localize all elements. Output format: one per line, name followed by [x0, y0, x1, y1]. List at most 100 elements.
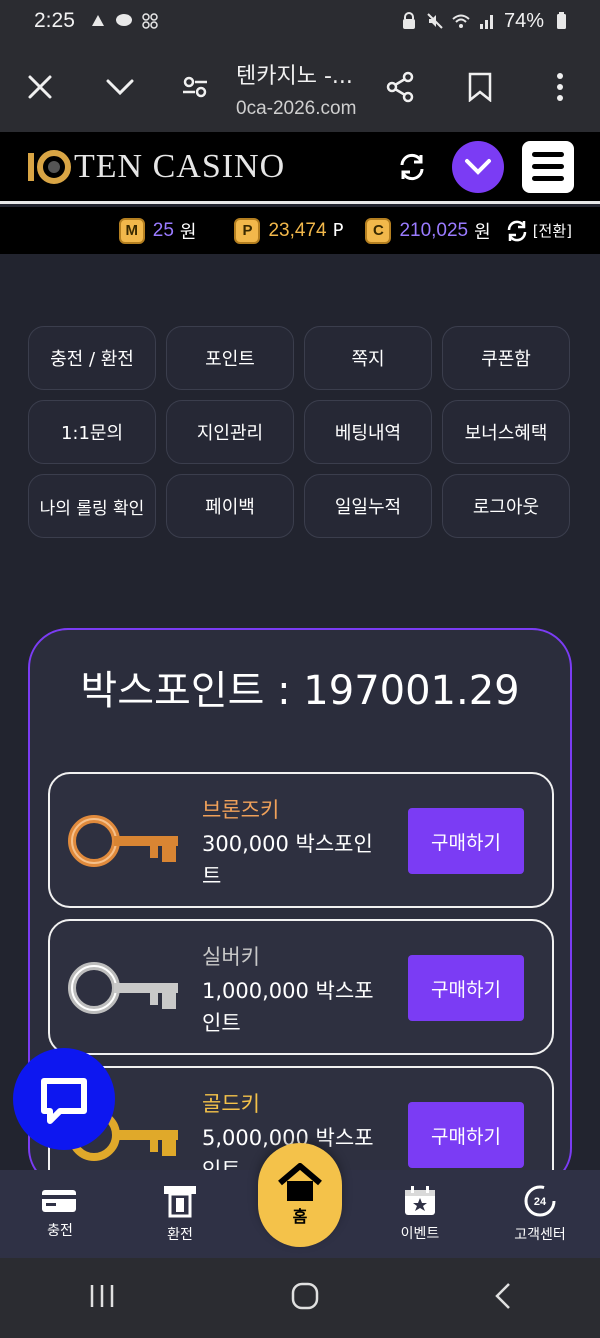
dropdown-button[interactable] [452, 140, 504, 193]
buy-silver-key-button[interactable]: 구매하기 [408, 955, 524, 1021]
browser-toolbar: 텐카지노 -... 0ca-2026.com [0, 42, 600, 132]
nav-support-label: 고객센터 [514, 1227, 566, 1243]
notification-icon [91, 15, 104, 26]
menu-payback[interactable]: 페이백 [166, 474, 294, 538]
silver-key-icon [68, 962, 178, 1014]
share-icon [386, 71, 414, 103]
key-item-silver: 실버키 1,000,000 박스포인트 구매하기 [48, 919, 554, 1055]
nav-withdraw-label: 환전 [167, 1227, 193, 1243]
money-unit: 원 [179, 221, 197, 243]
battery-percent: 74% [503, 9, 544, 32]
menu-bonus[interactable]: 보너스혜택 [442, 400, 570, 464]
support-24-icon: 24 [524, 1185, 556, 1217]
battery-icon [557, 12, 566, 29]
menu-daily-accum[interactable]: 일일누적 [304, 474, 432, 538]
exchange-icon [507, 220, 526, 241]
bronze-key-icon [68, 815, 178, 867]
share-button[interactable] [360, 42, 440, 132]
menu-bet-history[interactable]: 베팅내역 [304, 400, 432, 464]
site-header: TEN CASINO [0, 132, 600, 204]
back-button[interactable] [493, 1281, 513, 1315]
money-balance: M 25 원 [118, 217, 197, 244]
status-bar: 2:25 74% [0, 0, 600, 42]
wifi-icon [452, 14, 470, 28]
money-value: 25 [152, 219, 174, 241]
collapse-button[interactable] [80, 42, 160, 132]
key-price: 1,000,000 박스포인트 [202, 979, 374, 1035]
mypage-menu-grid: 충전 / 환전 포인트 쪽지 쿠폰함 1:1문의 지인관리 베팅내역 보너스혜택… [28, 326, 570, 538]
more-vertical-icon [557, 73, 563, 101]
hamburger-menu-button[interactable] [522, 140, 574, 193]
main-content: 충전 / 환전 포인트 쪽지 쿠폰함 1:1문의 지인관리 베팅내역 보너스혜택… [0, 254, 600, 1202]
recent-apps-button[interactable] [87, 1283, 117, 1313]
more-options-button[interactable] [520, 42, 600, 132]
nav-charge-label: 충전 [47, 1223, 73, 1239]
nav-home-button[interactable]: 홈 [258, 1143, 342, 1247]
exchange-button[interactable]: [전환] [505, 219, 572, 243]
casino-unit: 원 [474, 221, 491, 243]
money-badge-icon: M [118, 217, 145, 244]
key-name: 브론즈키 [202, 798, 280, 822]
live-chat-button[interactable] [13, 1048, 115, 1150]
atm-icon [164, 1186, 196, 1218]
casino-badge-icon: C [365, 217, 392, 244]
card-icon [42, 1190, 76, 1212]
page-title: 텐카지노 -... [236, 64, 353, 89]
menu-point[interactable]: 포인트 [166, 326, 294, 390]
site-settings-button[interactable] [160, 42, 230, 132]
casino-value: 210,025 [399, 219, 469, 241]
bookmark-button[interactable] [440, 42, 520, 132]
point-badge-icon: P [234, 217, 261, 244]
recent-apps-icon [90, 1285, 113, 1307]
buy-gold-key-button[interactable]: 구매하기 [408, 1102, 524, 1168]
chat-notification-icon [115, 14, 132, 26]
casino-balance: C 210,025 원 [365, 217, 491, 244]
nav-home-label: 홈 [292, 1207, 308, 1226]
menu-line [532, 176, 564, 181]
nav-charge[interactable]: 충전 [10, 1188, 110, 1240]
nav-event[interactable]: 이벤트 [370, 1185, 470, 1243]
lock-icon [402, 12, 415, 29]
logo-emblem-icon [28, 149, 71, 184]
close-tab-button[interactable] [0, 42, 80, 132]
page-url: 0ca-2026.com [236, 98, 357, 119]
notification-icons [89, 12, 159, 30]
close-icon [28, 75, 52, 99]
grid-notification-icon [142, 13, 158, 29]
refresh-button[interactable] [390, 145, 434, 189]
menu-logout[interactable]: 로그아웃 [442, 474, 570, 538]
system-navigation-bar [0, 1258, 600, 1338]
menu-charge-exchange[interactable]: 충전 / 환전 [28, 326, 156, 390]
menu-line [532, 164, 564, 169]
menu-referral[interactable]: 지인관리 [166, 400, 294, 464]
chevron-down-icon [465, 158, 491, 175]
chevron-down-icon [106, 79, 134, 96]
key-name: 실버키 [202, 945, 260, 969]
back-chevron-icon [495, 1283, 511, 1309]
tune-icon [183, 76, 207, 98]
nav-withdraw[interactable]: 환전 [130, 1184, 230, 1244]
key-name: 골드키 [202, 1092, 260, 1116]
menu-coupon[interactable]: 쿠폰함 [442, 326, 570, 390]
box-point-title: 박스포인트 : 197001.29 [80, 668, 520, 714]
mute-icon [427, 13, 443, 29]
page-title-area[interactable]: 텐카지노 -... 0ca-2026.com [230, 54, 360, 120]
point-balance: P 23,474 P [234, 217, 344, 244]
menu-rolling[interactable]: 나의 롤링 확인 [28, 474, 156, 538]
chat-icon [41, 1078, 87, 1124]
nav-support[interactable]: 24 고객센터 [490, 1184, 590, 1244]
point-unit: P [332, 220, 344, 241]
point-value: 23,474 [268, 219, 327, 241]
home-system-button[interactable] [290, 1281, 320, 1315]
home-icon [278, 1163, 322, 1201]
refresh-icon [400, 153, 424, 180]
key-item-bronze: 브론즈키 300,000 박스포인트 구매하기 [48, 772, 554, 908]
balance-bar: M 25 원 P 23,474 P C 210,025 원 [전환] [0, 207, 600, 254]
site-logo[interactable]: TEN CASINO [26, 147, 285, 187]
exchange-label: [전환] [532, 222, 572, 240]
menu-inquiry[interactable]: 1:1문의 [28, 400, 156, 464]
bookmark-icon [468, 72, 492, 102]
buy-bronze-key-button[interactable]: 구매하기 [408, 808, 524, 874]
menu-message[interactable]: 쪽지 [304, 326, 432, 390]
status-time: 2:25 [34, 9, 75, 32]
